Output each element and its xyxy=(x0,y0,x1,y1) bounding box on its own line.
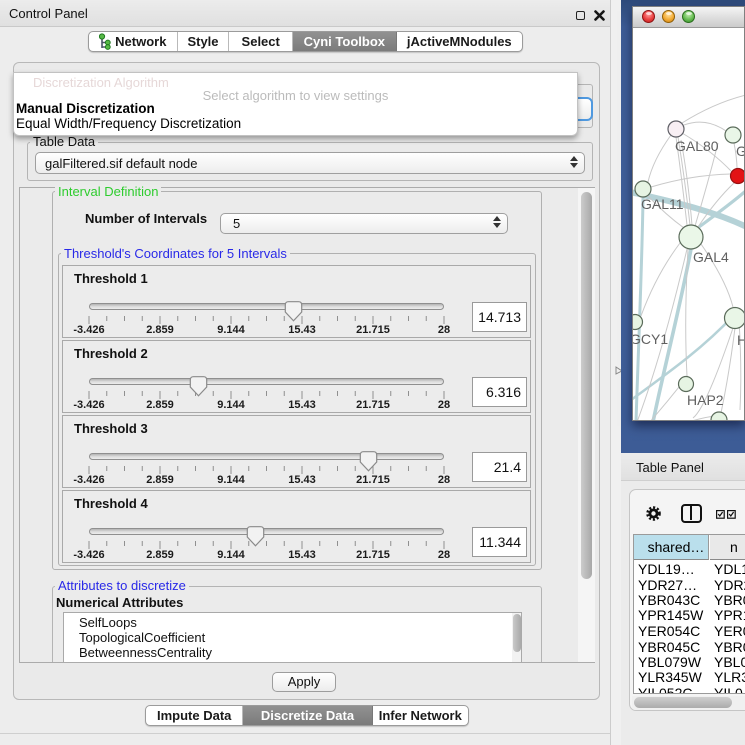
svg-text:H: H xyxy=(737,332,744,348)
svg-text:GAL11: GAL11 xyxy=(641,196,684,212)
svg-text:GCY1: GCY1 xyxy=(633,331,668,347)
svg-text:HAP2: HAP2 xyxy=(687,392,724,408)
svg-text:GAL4: GAL4 xyxy=(693,249,729,265)
svg-text:GA: GA xyxy=(736,143,744,159)
svg-text:GAL80: GAL80 xyxy=(675,138,719,154)
